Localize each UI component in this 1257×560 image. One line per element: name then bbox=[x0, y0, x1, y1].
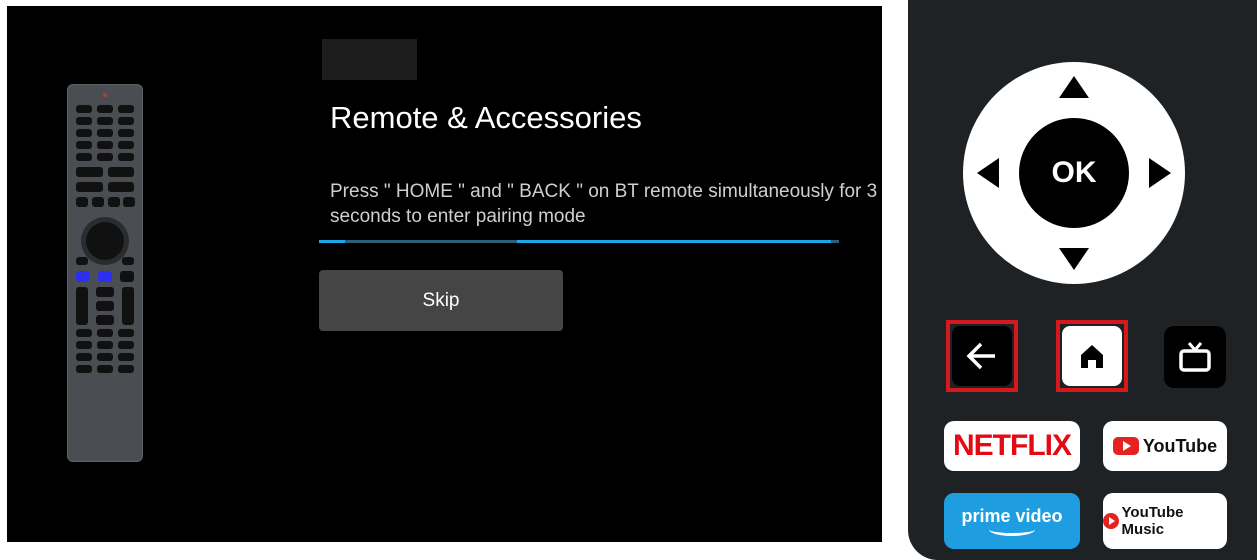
youtube-button[interactable]: YouTube bbox=[1103, 421, 1227, 471]
remote-led bbox=[103, 93, 107, 97]
pairing-progress-bar bbox=[319, 240, 839, 243]
remote-back-highlight bbox=[76, 271, 90, 282]
back-arrow-icon bbox=[966, 342, 995, 370]
remote-dpad bbox=[86, 222, 124, 260]
back-button[interactable] bbox=[952, 326, 1012, 386]
youtube-logo-icon bbox=[1112, 437, 1139, 455]
tv-screen: Remote & Accessories Press " HOME " and … bbox=[7, 6, 882, 542]
youtube-music-label: YouTube Music bbox=[1121, 504, 1184, 538]
netflix-button[interactable]: NETFLIX bbox=[944, 421, 1080, 471]
pairing-instructions: Press " HOME " and " BACK " on BT remote… bbox=[330, 181, 878, 227]
arrow-right-icon[interactable] bbox=[1149, 158, 1171, 188]
remote-illustration bbox=[67, 84, 143, 462]
remote-closeup: OK NETFLIX YouTube prime video YouTube M… bbox=[900, 0, 1257, 560]
dpad[interactable]: OK bbox=[963, 62, 1185, 284]
remote-home-highlight bbox=[98, 271, 112, 282]
home-button[interactable] bbox=[1062, 326, 1122, 386]
header-placeholder bbox=[322, 39, 417, 80]
prime-video-button[interactable]: prime video bbox=[944, 493, 1080, 549]
arrow-left-icon[interactable] bbox=[977, 158, 999, 188]
prime-smile-icon bbox=[989, 523, 1035, 536]
arrow-down-icon[interactable] bbox=[1059, 248, 1089, 270]
youtube-label: YouTube bbox=[1142, 435, 1218, 456]
tv-input-button[interactable] bbox=[1164, 326, 1226, 388]
youtube-music-logo-icon bbox=[1103, 513, 1119, 529]
remote-body: OK NETFLIX YouTube prime video YouTube M… bbox=[908, 0, 1257, 560]
arrow-up-icon[interactable] bbox=[1059, 76, 1089, 98]
page-title: Remote & Accessories bbox=[330, 100, 642, 135]
tv-icon bbox=[1179, 342, 1211, 372]
progress-fill-main bbox=[517, 240, 831, 243]
ok-button[interactable]: OK bbox=[1019, 118, 1129, 228]
skip-button[interactable]: Skip bbox=[319, 270, 563, 331]
home-icon bbox=[1081, 345, 1103, 368]
youtube-music-button[interactable]: YouTube Music bbox=[1103, 493, 1227, 549]
progress-fill-start bbox=[319, 240, 345, 243]
